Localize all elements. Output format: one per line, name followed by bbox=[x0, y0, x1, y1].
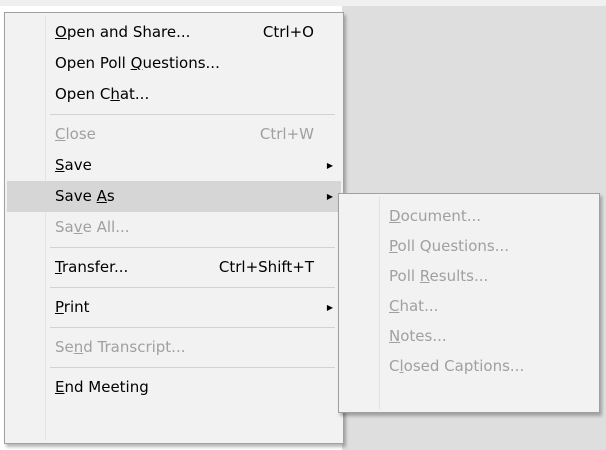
label-text: at... bbox=[119, 85, 150, 103]
menu-item-label: Poll Questions... bbox=[389, 231, 509, 261]
submenu-item-document: Document... bbox=[341, 201, 597, 231]
menu-item-open-poll-questions[interactable]: Open Poll Questions... bbox=[7, 48, 341, 79]
access-key: h bbox=[110, 85, 120, 103]
menu-separator bbox=[50, 247, 335, 248]
access-key: P bbox=[55, 298, 64, 316]
menu-separator bbox=[50, 367, 335, 368]
menu-item-label: End Meeting bbox=[55, 372, 149, 403]
submenu-item-chat: Chat... bbox=[341, 291, 597, 321]
submenu-item-poll-results: Poll Results... bbox=[341, 261, 597, 291]
menu-item-label: Closed Captions... bbox=[389, 351, 524, 381]
access-key: P bbox=[389, 237, 398, 255]
label-text: lose bbox=[65, 125, 96, 143]
menu-separator bbox=[50, 114, 335, 115]
menu-item-label: Transfer... bbox=[55, 252, 128, 283]
label-text: ransfer... bbox=[61, 258, 129, 276]
menu-item-label: Chat... bbox=[389, 291, 438, 321]
menu-item-label: Print bbox=[55, 292, 90, 323]
label-text: C bbox=[389, 357, 400, 375]
menu-item-label: Notes... bbox=[389, 321, 447, 351]
menu-item-send-transcript: Send Transcript... bbox=[7, 332, 341, 363]
shortcut-text: Ctrl+W bbox=[259, 125, 314, 143]
label-text: otes... bbox=[400, 327, 447, 345]
save-as-submenu-items: Document... Poll Questions... Poll Results… bbox=[341, 201, 597, 381]
label-text: s bbox=[106, 187, 115, 205]
menu-item-label: Open and Share... bbox=[55, 17, 190, 48]
chevron-right-icon: ▶ bbox=[326, 161, 333, 170]
label-text: Sa bbox=[55, 218, 74, 236]
menu-item-save[interactable]: Save ▶ bbox=[7, 150, 341, 181]
label-text: Save bbox=[55, 187, 97, 205]
menu-item-label: Send Transcript... bbox=[55, 332, 185, 363]
menu-item-label: Poll Results... bbox=[389, 261, 488, 291]
access-key: S bbox=[55, 156, 65, 174]
access-key: n bbox=[73, 338, 84, 356]
menu-item-save-as[interactable]: Save As ▶ bbox=[7, 181, 341, 212]
menu-item-save-all: Save All... bbox=[7, 212, 341, 243]
menu-item-label: Open Poll Questions... bbox=[55, 48, 220, 79]
access-key: Q bbox=[130, 54, 143, 72]
label-text: Open Poll bbox=[55, 54, 131, 72]
access-key: R bbox=[419, 267, 430, 285]
label-text: d Transcript... bbox=[83, 338, 186, 356]
label-text: ave bbox=[64, 156, 92, 174]
label-text: pen and Share... bbox=[66, 23, 191, 41]
label-text: ocument... bbox=[400, 207, 482, 225]
menu-item-print[interactable]: Print ▶ bbox=[7, 292, 341, 323]
menu-separator bbox=[50, 287, 335, 288]
label-text: Se bbox=[55, 338, 74, 356]
save-as-submenu: Document... Poll Questions... Poll Results… bbox=[338, 193, 600, 413]
menu-item-label: Save All... bbox=[55, 212, 130, 243]
menu-item-transfer[interactable]: Transfer... Ctrl+Shift+T bbox=[7, 252, 341, 283]
label-text: nd Meeting bbox=[64, 378, 149, 396]
label-text: osed Captions... bbox=[403, 357, 525, 375]
chevron-right-icon: ▶ bbox=[326, 303, 333, 312]
menu-separator bbox=[50, 327, 335, 328]
menu-item-label: Save bbox=[55, 150, 92, 181]
submenu-item-poll-questions: Poll Questions... bbox=[341, 231, 597, 261]
access-key: A bbox=[96, 187, 107, 205]
submenu-item-closed-captions: Closed Captions... bbox=[341, 351, 597, 381]
file-menu-items: Open and Share... Ctrl+O Open Poll Questio… bbox=[7, 17, 341, 403]
menu-item-open-chat[interactable]: Open Chat... bbox=[7, 79, 341, 110]
label-text: rint bbox=[63, 298, 90, 316]
access-key: T bbox=[55, 258, 62, 276]
menu-item-label: Document... bbox=[389, 201, 481, 231]
label-text: Poll bbox=[389, 267, 420, 285]
access-key: D bbox=[389, 207, 401, 225]
label-text: uestions... bbox=[142, 54, 220, 72]
shortcut-text: Ctrl+Shift+T bbox=[218, 258, 314, 276]
menu-item-end-meeting[interactable]: End Meeting bbox=[7, 372, 341, 403]
submenu-item-notes: Notes... bbox=[341, 321, 597, 351]
label-text: Open C bbox=[55, 85, 111, 103]
menu-item-label: Close bbox=[55, 119, 96, 150]
label-text: esults... bbox=[429, 267, 489, 285]
menu-item-label: Open Chat... bbox=[55, 79, 149, 110]
access-key: N bbox=[389, 327, 401, 345]
menu-item-open-and-share[interactable]: Open and Share... Ctrl+O bbox=[7, 17, 341, 48]
access-key: C bbox=[389, 297, 400, 315]
access-key: v bbox=[73, 218, 83, 236]
chevron-right-icon: ▶ bbox=[326, 192, 333, 201]
shortcut-text: Ctrl+O bbox=[262, 23, 314, 41]
menu-item-close: Close Ctrl+W bbox=[7, 119, 341, 150]
label-text: e All... bbox=[82, 218, 130, 236]
label-text: hat... bbox=[399, 297, 439, 315]
menu-item-label: Save As bbox=[55, 181, 115, 212]
label-text: oll Questions... bbox=[397, 237, 510, 255]
access-key: O bbox=[55, 23, 67, 41]
file-menu: Open and Share... Ctrl+O Open Poll Questio… bbox=[4, 12, 344, 444]
access-key: C bbox=[55, 125, 66, 143]
